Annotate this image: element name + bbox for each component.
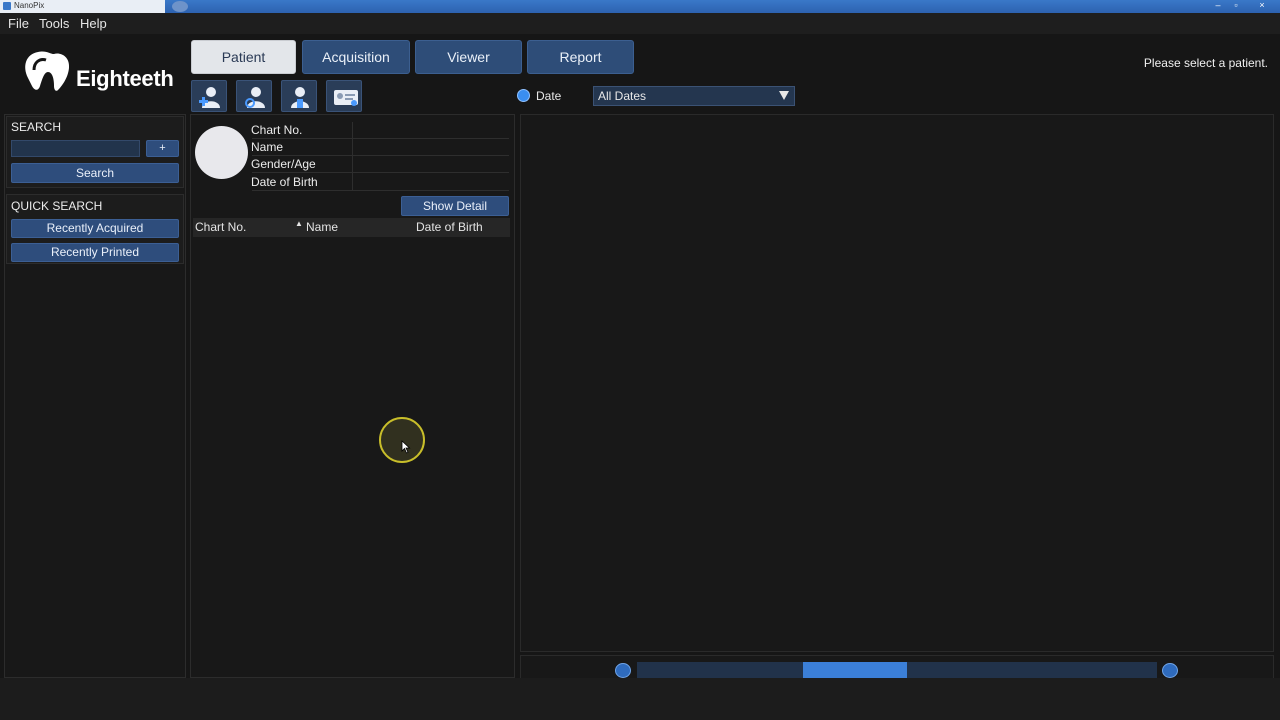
patient-card-icon — [334, 90, 358, 106]
date-of-birth-label: Date of Birth — [251, 175, 318, 189]
scroll-left-button[interactable] — [615, 663, 631, 678]
window-title: NanoPix — [14, 1, 45, 10]
info-divider — [252, 138, 509, 139]
sort-ascending-icon: ▲ — [295, 219, 303, 228]
avatar — [195, 126, 248, 179]
date-dropdown-value: All Dates — [598, 89, 647, 103]
recently-printed-button[interactable]: Recently Printed — [11, 243, 179, 262]
image-viewer-area[interactable] — [520, 114, 1274, 652]
title-bar-indicator — [172, 1, 188, 12]
bottom-bar — [0, 678, 1280, 720]
add-search-condition-button[interactable]: + — [146, 140, 179, 157]
menu-help[interactable]: Help — [80, 16, 107, 31]
minimize-icon[interactable]: – — [1210, 0, 1226, 12]
add-patient-button[interactable] — [191, 80, 227, 112]
gender-age-label: Gender/Age — [251, 157, 316, 171]
name-label: Name — [251, 140, 284, 154]
status-message: Please select a patient. — [1143, 56, 1268, 70]
tab-acquisition[interactable]: Acquisition — [302, 40, 410, 74]
search-patient-icon — [245, 87, 265, 108]
menu-file[interactable]: File — [8, 16, 29, 31]
info-divider — [252, 190, 509, 191]
add-patient-icon — [199, 87, 220, 108]
column-name[interactable]: Name — [306, 220, 338, 234]
edit-patient-icon — [291, 87, 309, 108]
recently-acquired-button[interactable]: Recently Acquired — [11, 219, 179, 238]
info-divider — [252, 155, 509, 156]
search-patient-button[interactable] — [236, 80, 272, 112]
window-title-tab: NanoPix — [0, 0, 165, 13]
window-title-bar — [0, 0, 1280, 13]
info-column-divider — [352, 122, 353, 190]
search-title: SEARCH — [11, 120, 62, 134]
mouse-cursor-icon — [401, 440, 411, 454]
chevron-down-icon — [779, 91, 789, 100]
tooth-logo-icon — [25, 51, 70, 91]
tab-viewer[interactable]: Viewer — [415, 40, 522, 74]
search-button[interactable]: Search — [11, 163, 179, 183]
chart-no-label: Chart No. — [251, 123, 303, 137]
date-radio[interactable] — [517, 89, 530, 102]
show-detail-button[interactable]: Show Detail — [401, 196, 509, 216]
date-label: Date — [536, 89, 562, 103]
tab-report[interactable]: Report — [527, 40, 634, 74]
column-chart-no[interactable]: Chart No. — [195, 220, 246, 234]
date-dropdown[interactable]: All Dates — [593, 86, 795, 106]
close-icon[interactable]: × — [1254, 0, 1270, 12]
logo-text: Eighteeth — [76, 66, 174, 91]
patient-list[interactable] — [193, 238, 510, 676]
search-input[interactable] — [11, 140, 140, 157]
scroll-thumb[interactable] — [803, 662, 908, 678]
column-date-of-birth[interactable]: Date of Birth — [416, 220, 483, 234]
scroll-right-button[interactable] — [1162, 663, 1178, 678]
edit-patient-button[interactable] — [281, 80, 317, 112]
menu-bar: File Tools Help — [0, 13, 1280, 34]
restore-icon[interactable]: ▫ — [1228, 0, 1244, 12]
info-divider — [252, 172, 509, 173]
patient-card-button[interactable] — [326, 80, 362, 112]
tab-patient[interactable]: Patient — [191, 40, 296, 74]
patient-list-header: Chart No. ▲ Name Date of Birth — [193, 218, 510, 237]
app-icon — [3, 2, 11, 10]
quick-search-title: QUICK SEARCH — [11, 199, 103, 213]
menu-tools[interactable]: Tools — [39, 16, 69, 31]
